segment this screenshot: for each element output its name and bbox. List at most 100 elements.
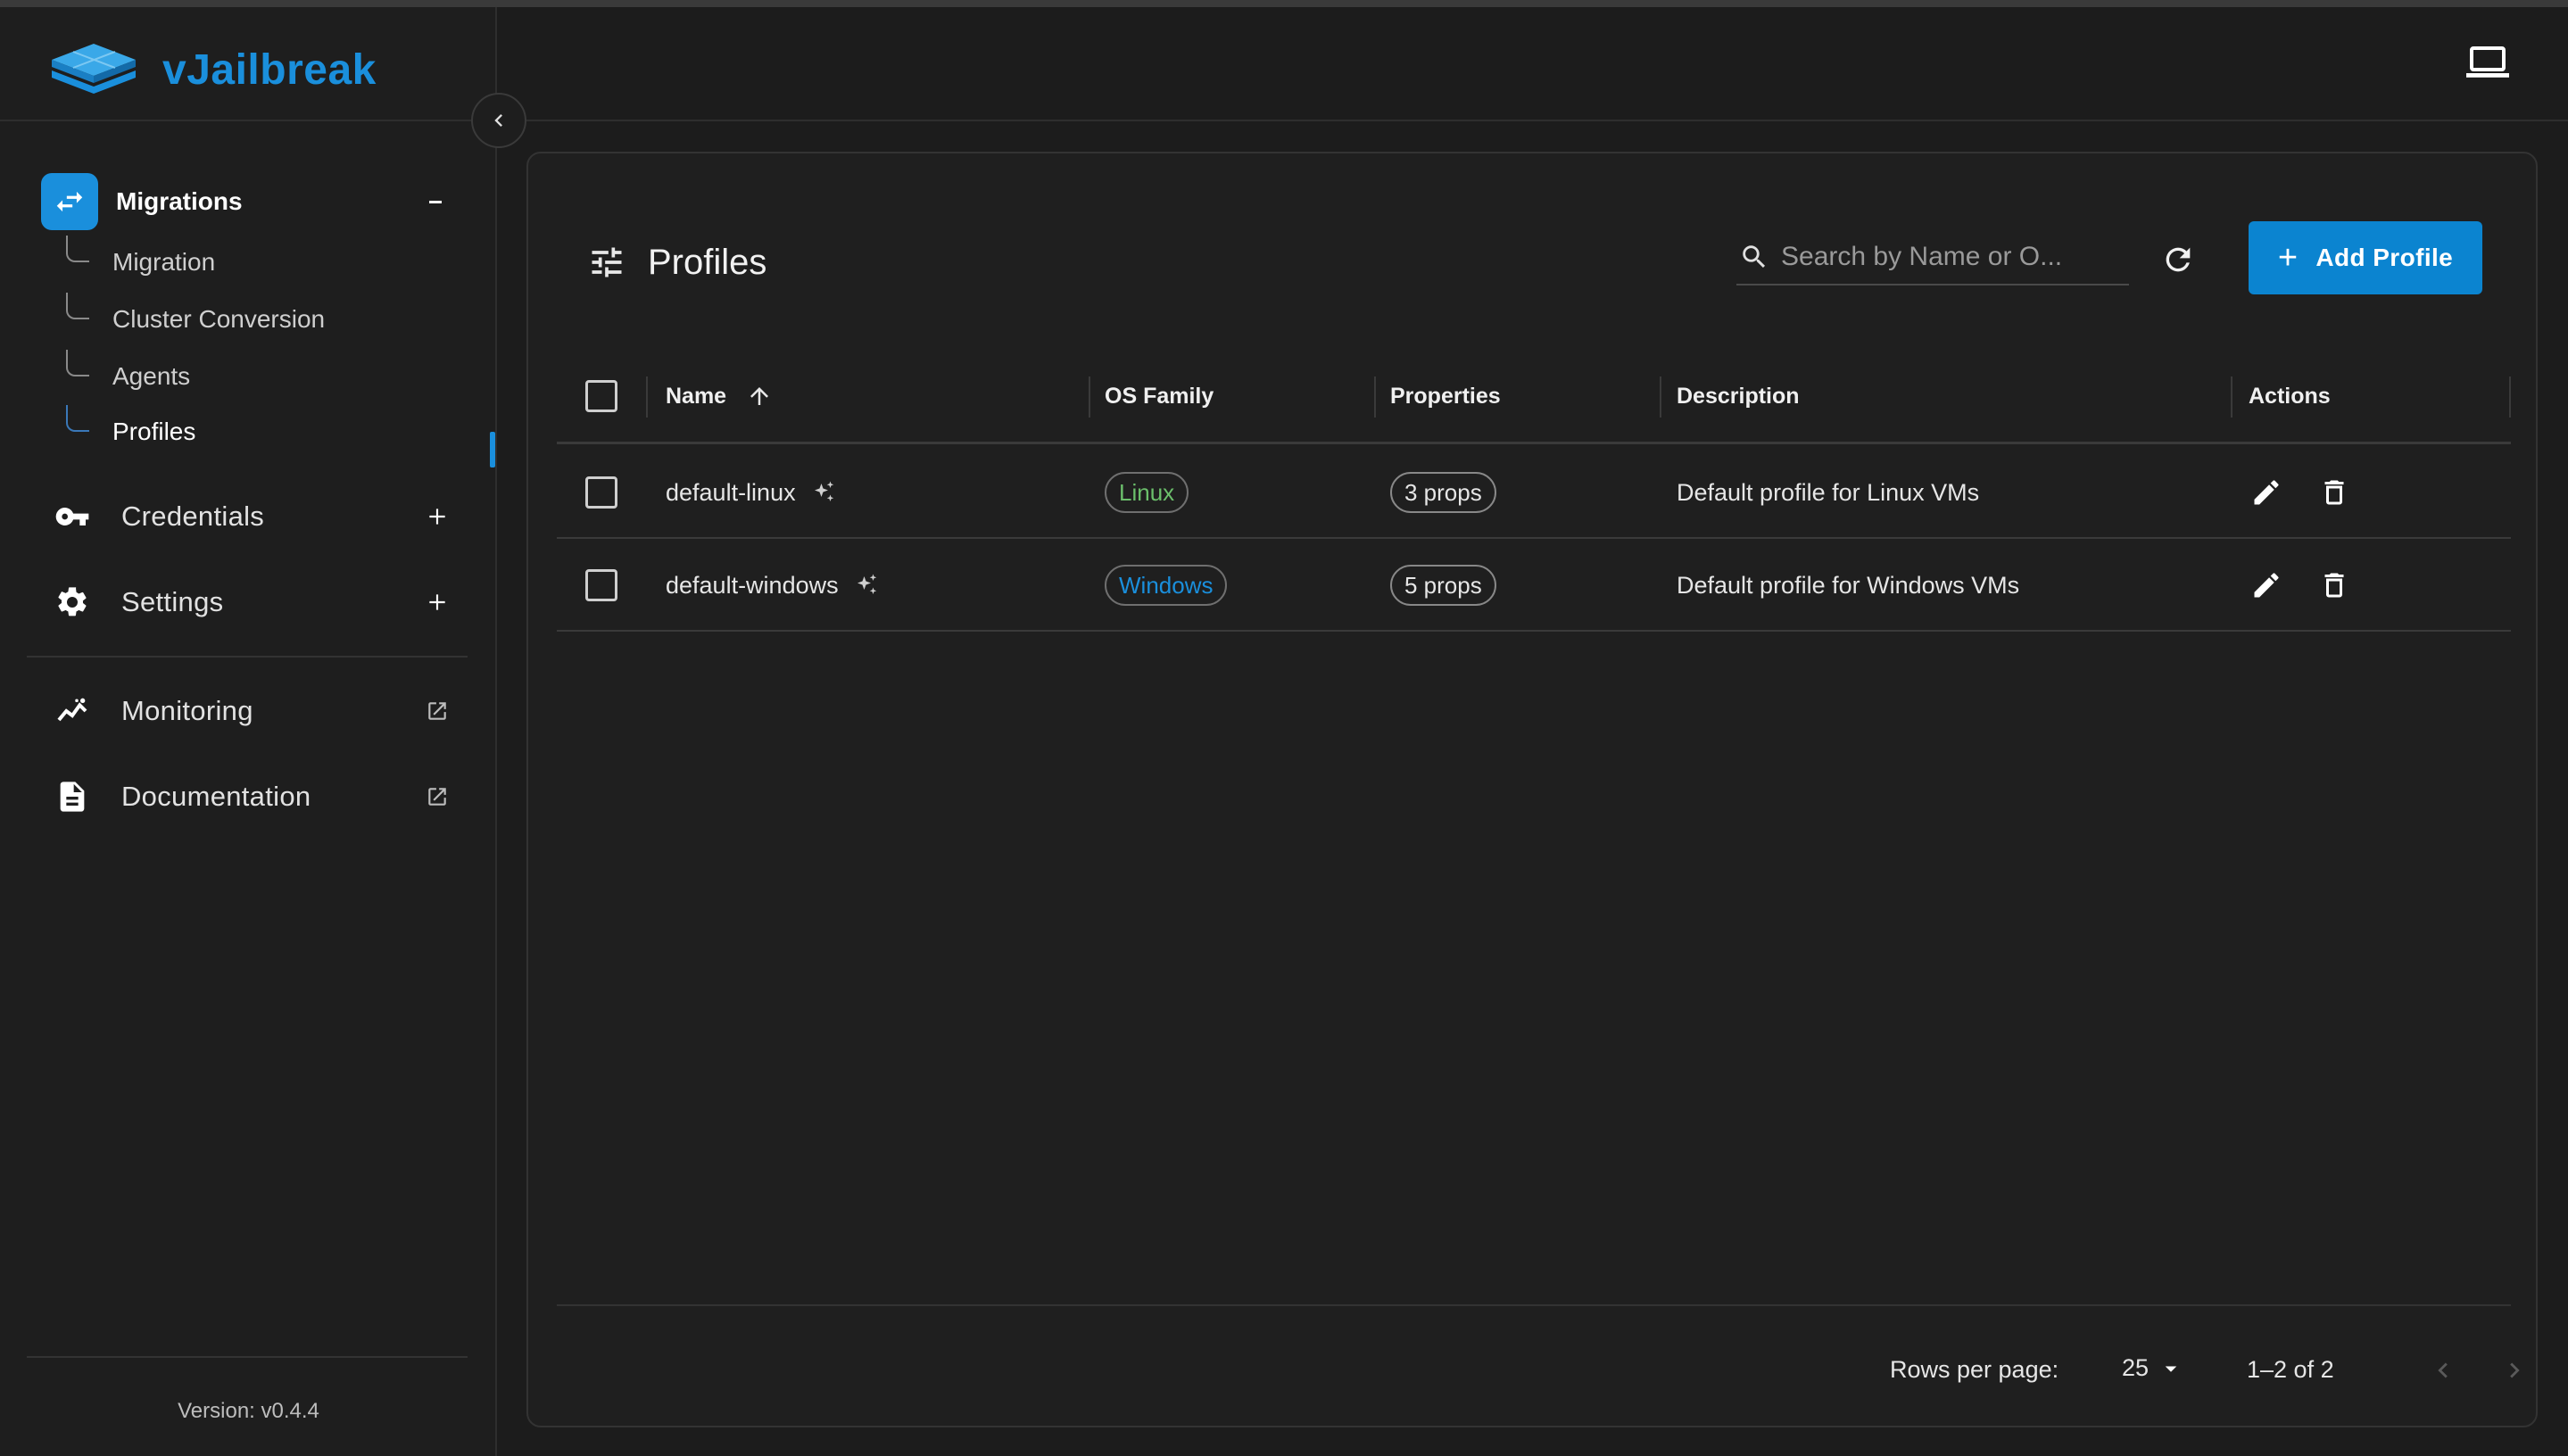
window-top-border xyxy=(0,0,2568,7)
rows-per-page-value: 25 xyxy=(2122,1354,2150,1381)
plus-icon[interactable] xyxy=(419,499,455,534)
profile-description: Default profile for Windows VMs xyxy=(1677,571,2020,599)
profile-description: Default profile for Linux VMs xyxy=(1677,478,1980,506)
previous-page-button[interactable] xyxy=(2425,1353,2461,1388)
sidebar-item-migration[interactable]: Migration xyxy=(66,236,485,289)
app-name: vJailbreak xyxy=(162,46,377,94)
chevron-left-icon xyxy=(494,114,502,127)
column-separator xyxy=(1374,376,1376,418)
sidebar-item-documentation[interactable]: Documentation xyxy=(54,765,455,828)
tree-connector xyxy=(66,293,89,319)
collapse-sidebar-button[interactable] xyxy=(471,93,526,148)
sort-ascending-icon[interactable] xyxy=(746,383,773,410)
dropdown-arrow-icon xyxy=(2165,1366,2177,1372)
nav-group-migrations[interactable]: Migrations xyxy=(41,168,469,236)
profiles-card: Profiles + Add Profile Name OS Family Pr… xyxy=(526,152,2538,1427)
collapse-group-icon[interactable] xyxy=(418,184,453,219)
table-row[interactable]: default-windows Windows 5 props Default … xyxy=(557,539,2511,632)
swap-icon xyxy=(41,173,98,230)
sidebar-item-credentials[interactable]: Credentials xyxy=(54,485,455,548)
external-link-icon[interactable] xyxy=(419,693,455,729)
sidebar-item-label: Monitoring xyxy=(121,695,253,726)
column-label: Properties xyxy=(1390,383,1501,409)
pagination-range: 1–2 of 2 xyxy=(2247,1356,2334,1383)
sidebar-item-settings[interactable]: Settings xyxy=(54,571,455,633)
tree-connector xyxy=(66,405,89,432)
column-label: Name xyxy=(666,383,727,409)
column-header-name[interactable]: Name xyxy=(666,352,773,441)
row-checkbox[interactable] xyxy=(585,569,617,601)
table-header: Name OS Family Properties Description Ac… xyxy=(557,352,2511,444)
laptop-icon[interactable] xyxy=(2464,45,2511,80)
column-separator xyxy=(1089,376,1090,418)
next-page-button[interactable] xyxy=(2497,1353,2532,1388)
delete-icon[interactable] xyxy=(2316,475,2352,510)
brand[interactable]: vJailbreak xyxy=(46,34,377,105)
brand-divider xyxy=(0,120,497,121)
sidebar-item-label: Documentation xyxy=(121,781,311,812)
rows-per-page-select[interactable]: 25 xyxy=(2122,1354,2184,1382)
document-icon xyxy=(54,778,91,815)
page-header: Profiles xyxy=(587,236,766,289)
sidebar-footer-divider xyxy=(27,1356,468,1358)
tree-connector xyxy=(66,350,89,376)
key-icon xyxy=(54,498,91,535)
migrations-subitems: Migration Cluster Conversion Agents Prof… xyxy=(66,236,485,450)
sidebar-item-label: Cluster Conversion xyxy=(112,305,326,333)
profile-name: default-linux xyxy=(666,478,796,506)
sidebar: vJailbreak Migrations Migration Cluster … xyxy=(0,7,497,1456)
table-footer-divider xyxy=(557,1304,2511,1306)
sidebar-item-label: Credentials xyxy=(121,500,265,532)
delete-icon[interactable] xyxy=(2316,567,2352,603)
gear-icon xyxy=(54,583,91,621)
edit-icon[interactable] xyxy=(2249,475,2284,510)
sidebar-item-label: Migration xyxy=(112,248,216,276)
search-field[interactable] xyxy=(1736,230,2129,285)
plus-icon: + xyxy=(2277,239,2299,277)
profile-name: default-windows xyxy=(666,571,839,599)
column-label: Actions xyxy=(2249,383,2331,409)
search-input[interactable] xyxy=(1781,242,2111,272)
column-separator xyxy=(1660,376,1661,418)
sparkle-icon xyxy=(814,481,833,501)
logo-icon xyxy=(52,44,136,94)
monitoring-icon xyxy=(54,692,91,730)
version-label: Version: v0.4.4 xyxy=(178,1399,319,1423)
column-header-description[interactable]: Description xyxy=(1677,352,1800,441)
select-all-cell xyxy=(585,352,617,441)
sidebar-item-profiles[interactable]: Profiles xyxy=(66,405,485,459)
row-checkbox[interactable] xyxy=(585,476,617,509)
topbar-divider xyxy=(497,120,2568,121)
table-row[interactable]: default-linux Linux 3 props Default prof… xyxy=(557,446,2511,539)
sparkle-icon xyxy=(857,574,876,594)
edit-icon[interactable] xyxy=(2249,567,2284,603)
refresh-icon[interactable] xyxy=(2158,239,2199,280)
column-separator xyxy=(646,376,648,418)
properties-chip[interactable]: 5 props xyxy=(1390,565,1496,606)
search-icon xyxy=(1736,239,1772,275)
os-family-chip: Windows xyxy=(1105,565,1228,606)
sidebar-divider xyxy=(27,656,468,658)
sidebar-item-monitoring[interactable]: Monitoring xyxy=(54,680,455,742)
sidebar-item-label: Settings xyxy=(121,586,224,617)
column-separator xyxy=(2231,376,2233,418)
page-title: Profiles xyxy=(648,242,767,282)
column-header-properties[interactable]: Properties xyxy=(1390,352,1501,441)
chevron-right-icon xyxy=(2510,1362,2520,1378)
column-header-os-family[interactable]: OS Family xyxy=(1105,352,1214,441)
sidebar-item-cluster-conversion[interactable]: Cluster Conversion xyxy=(66,293,485,346)
select-all-checkbox[interactable] xyxy=(585,380,617,412)
nav-group-label: Migrations xyxy=(116,187,243,215)
pagination: Rows per page: 25 1–2 of 2 xyxy=(557,1340,2520,1402)
active-indicator xyxy=(490,432,495,467)
chevron-left-icon xyxy=(2438,1362,2448,1378)
external-link-icon[interactable] xyxy=(419,779,455,815)
plus-icon[interactable] xyxy=(419,584,455,620)
os-family-chip: Linux xyxy=(1105,472,1189,513)
tune-icon xyxy=(592,247,622,277)
column-label: Description xyxy=(1677,383,1800,409)
add-profile-button[interactable]: + Add Profile xyxy=(2249,221,2482,294)
sidebar-item-agents[interactable]: Agents xyxy=(66,350,485,403)
sidebar-item-label: Profiles xyxy=(112,418,196,445)
properties-chip[interactable]: 3 props xyxy=(1390,472,1496,513)
